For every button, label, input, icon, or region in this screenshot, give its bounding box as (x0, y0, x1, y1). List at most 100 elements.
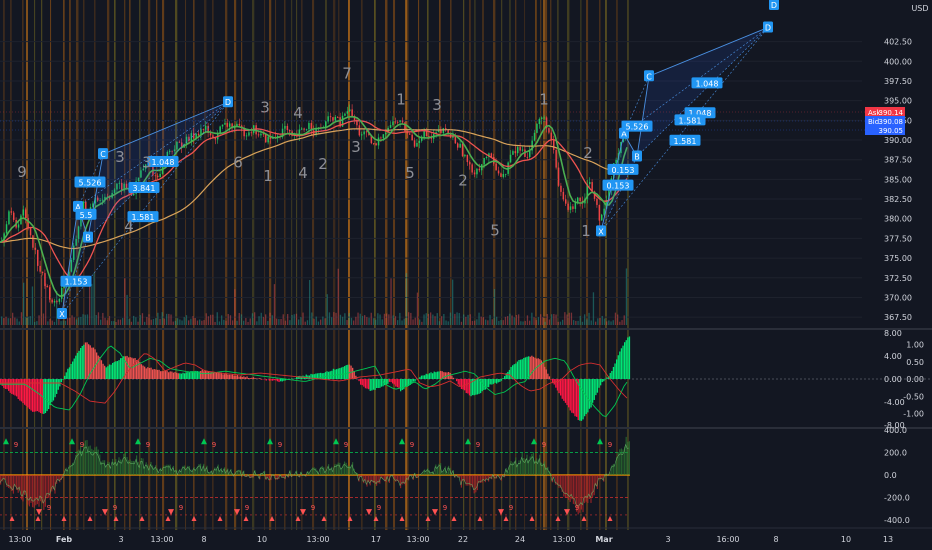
volume-bar (185, 315, 188, 325)
highlight-column (114, 0, 116, 530)
momentum-bar (49, 475, 51, 500)
volume-bar (612, 320, 614, 325)
oscillator-bar (433, 371, 435, 379)
highlight-column (557, 0, 559, 530)
oscillator-bar (251, 377, 253, 379)
volume-bar (260, 312, 262, 325)
volume-bar (509, 313, 511, 325)
candle-body (418, 140, 421, 143)
oscillator-bar (473, 379, 475, 396)
volume-bar (80, 317, 82, 325)
oscillator-bar (160, 371, 162, 379)
harmonic-point-label: X (59, 310, 65, 319)
oscillator-bar (451, 375, 453, 379)
trading-chart[interactable]: XABCD1.1535.55.5261.0481.5813.841XABCD0.… (0, 0, 932, 550)
volume-bar (304, 321, 306, 325)
oscillator-bar (56, 379, 58, 394)
volume-bar (394, 316, 397, 325)
harmonic-point-label: C (646, 72, 652, 81)
oscillator-bar (438, 371, 440, 379)
volume-bar (78, 317, 80, 325)
oscillator-bar (494, 379, 496, 383)
candle-body (598, 204, 601, 221)
signal-count-label: 9 (212, 441, 216, 449)
volume-bar (93, 272, 95, 325)
candle-body (548, 128, 550, 133)
volume-bar (300, 317, 302, 325)
volume-bar (485, 319, 487, 325)
volume-bar (414, 317, 416, 325)
volume-bar (460, 321, 463, 325)
volume-bar (258, 316, 260, 325)
wave-label: 7 (342, 65, 352, 83)
volume-bar (148, 314, 150, 325)
oscillator-bar (329, 371, 331, 379)
candle-body (469, 162, 471, 165)
volume-bar (438, 321, 441, 325)
oscillator-bar (9, 379, 11, 393)
harmonic-point-label: B (634, 153, 640, 162)
oscillator-bar (43, 379, 45, 414)
oscillator-bar (121, 357, 123, 379)
oscillator-bar (144, 366, 146, 379)
oscillator-bar (158, 369, 160, 379)
candle-body (159, 173, 161, 178)
candle-body (46, 286, 49, 288)
price-tick-label: 370.00 (884, 293, 912, 302)
volume-bar (454, 313, 456, 325)
momentum-bar (147, 464, 149, 475)
candle-body (229, 123, 231, 127)
momentum-bar (523, 458, 525, 475)
oscillator-bar (388, 379, 391, 382)
highlight-column (296, 0, 298, 530)
volume-bar (163, 318, 166, 325)
volume-bar (586, 319, 588, 325)
highlight-column (540, 0, 542, 530)
oscillator-bar (78, 350, 80, 379)
candle-body (154, 175, 157, 177)
candle-body (560, 185, 562, 192)
volume-bar (146, 316, 148, 325)
oscillator-bar (270, 379, 272, 381)
oscillator-bar (12, 379, 15, 395)
oscillator-bar (361, 379, 363, 386)
volume-bar (546, 314, 548, 325)
volume-bar (441, 316, 443, 325)
momentum-bar (584, 475, 586, 504)
wave-label: 2 (458, 172, 468, 190)
candle-body (454, 135, 457, 144)
volume-bar (289, 320, 291, 325)
volume-bar (584, 314, 586, 325)
wave-label: 2 (318, 155, 328, 173)
volume-bar (504, 316, 507, 325)
volume-bar (335, 312, 337, 325)
oscillator-bar (171, 371, 173, 379)
oscillator-bar (428, 373, 431, 379)
volume-bar (331, 317, 333, 325)
oscillator-tick-label: -4.00 (884, 398, 905, 407)
oscillator-bar (526, 356, 528, 379)
momentum-bar (91, 448, 93, 475)
volume-bar (513, 317, 515, 325)
highlight-column (264, 0, 266, 530)
oscillator-bar (233, 375, 235, 379)
volume-bar (31, 286, 34, 325)
candle-body (289, 129, 291, 132)
highlight-column (124, 0, 126, 530)
oscillator-bar (600, 379, 602, 386)
candle-body (505, 173, 507, 175)
volume-bar (75, 319, 78, 325)
harmonic-point-label: D (765, 23, 771, 32)
volume-bar (27, 316, 29, 325)
candle-body (382, 134, 385, 139)
volume-bar (403, 318, 405, 325)
oscillator-bar (622, 345, 624, 379)
candle-body (541, 117, 543, 119)
volume-bar (262, 316, 265, 325)
oscillator-bar (460, 379, 463, 390)
oscillator-bar (100, 360, 103, 379)
volume-bar (170, 314, 172, 325)
momentum-bar (17, 475, 19, 493)
candle-body (351, 109, 353, 117)
momentum-bar (136, 455, 138, 475)
